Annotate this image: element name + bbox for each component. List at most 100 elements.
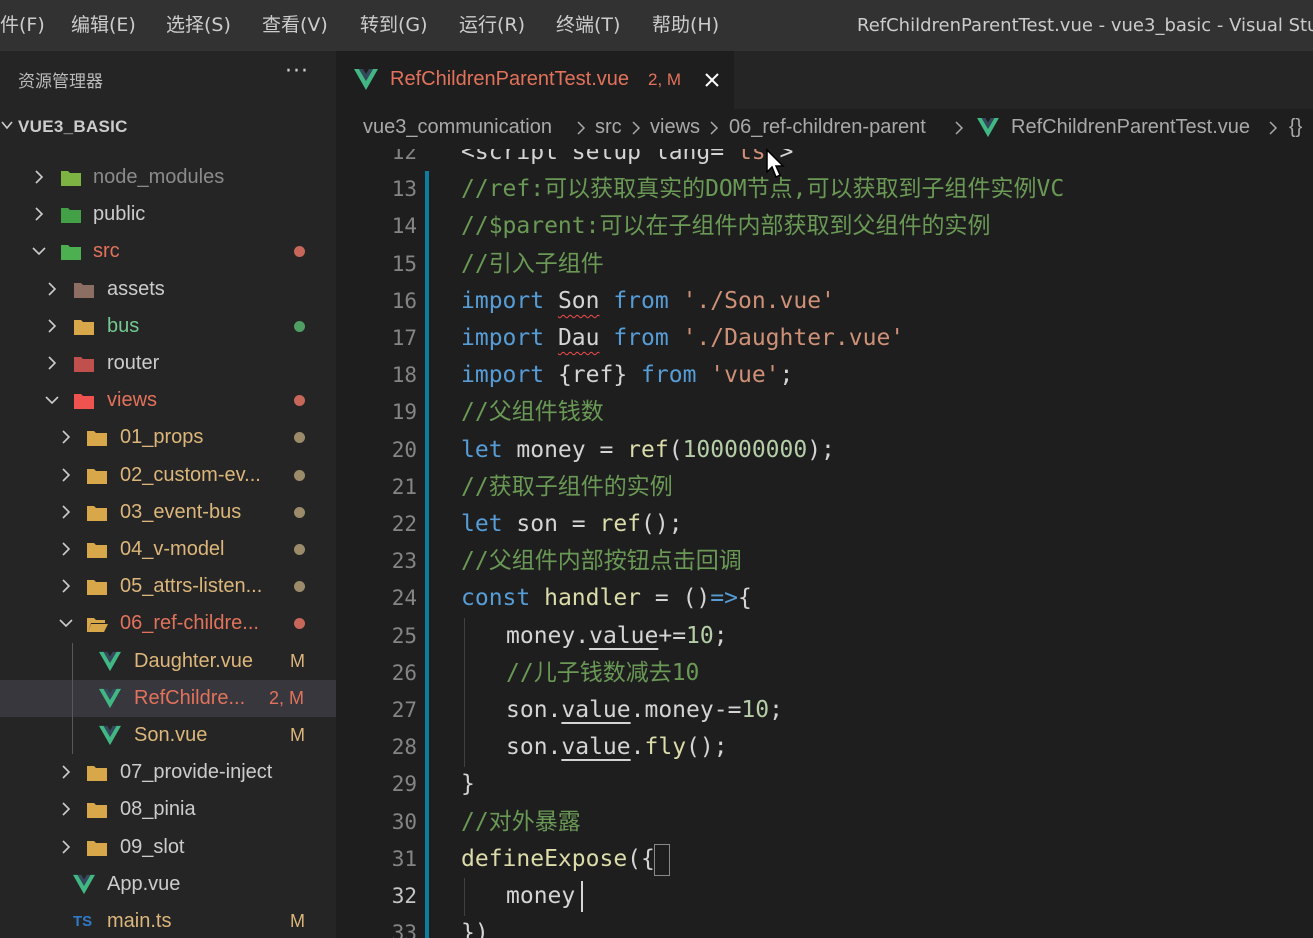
menu-terminal[interactable]: 终端(T) [556,0,620,51]
close-icon[interactable] [704,72,720,88]
menu-edit[interactable]: 编辑(E) [71,0,136,51]
code-token: {ref} [557,362,642,389]
menu-selection[interactable]: 选择(S) [166,0,231,51]
line-number: 19 [391,400,417,425]
git-status-dot [294,618,305,630]
code-text: import Dau from './Daughter.vue' [461,320,904,357]
breadcrumb-symbol[interactable]: {} [1289,116,1302,139]
code-line[interactable]: 20 let money = ref(100000000); [336,432,1313,469]
tree-item[interactable]: 09_slot [0,829,336,866]
code-line[interactable]: 29} [336,766,1313,803]
workspace-root[interactable]: VUE3_BASIC [0,111,336,145]
code-token: ( [668,436,683,463]
code-line[interactable]: 25 money.value+=10; [336,617,1313,656]
breadcrumb-item[interactable]: 06_ref-children-parent [729,116,926,139]
tree-item-label: node_modules [93,166,225,188]
breadcrumb-item[interactable]: views [650,116,700,139]
code-line[interactable]: 18 import {ref} from 'vue'; [336,357,1313,394]
code-line[interactable]: 27 son.value.money-=10; [336,692,1313,730]
code-line[interactable]: 17 import Dau from './Daughter.vue' [336,320,1313,357]
chevron-right-icon [577,121,586,135]
tree-item[interactable]: assets [0,271,336,308]
code-text: //儿子钱数减去10 [506,655,699,692]
router-folder-icon [74,357,94,372]
code-line[interactable]: 12 <script setup lang="ts"> [336,149,1313,171]
git-status-dot [294,432,305,444]
file-tree: node_modulespublic src assets bus router view… [0,145,336,938]
code-line[interactable]: 28 son.value.fly(); [336,729,1313,768]
menu-go[interactable]: 转到(G) [360,0,428,51]
tree-item-label: 06_ref-childre... [120,612,259,635]
tree-item[interactable]: 06_ref-childre... [0,605,336,642]
code-line[interactable]: 22 let son = ref(); [336,506,1313,543]
tree-item[interactable]: 01_props [0,419,336,456]
git-status-badge: M [290,725,305,745]
code-token: //ref:可以获取真实的DOM节点,可以获取到子组件实例VC [461,176,1065,203]
breadcrumb: vue3_communication src views 06_ref-chil… [336,109,1313,149]
tree-item[interactable]: 04_v-model [0,531,336,568]
code-line[interactable]: 23 //父组件内部按钮点击回调 [336,543,1313,580]
menu-run[interactable]: 运行(R) [459,0,525,51]
menu-view[interactable]: 查看(V) [262,0,328,51]
ellipsis-icon[interactable]: ··· [285,59,309,84]
tree-item[interactable]: App.vue [0,866,336,903]
breadcrumb-item[interactable]: vue3_communication [363,116,552,139]
src-folder-icon [61,245,81,261]
code-token: (); [641,511,683,537]
tree-item-label: Daughter.vue [134,649,253,672]
code-token: defineExpose [461,845,628,872]
line-number: 12 [391,149,417,164]
tree-item[interactable]: 03_event-bus [0,494,336,531]
code-token: ts [737,149,766,165]
vue-file-icon [354,69,378,90]
chevron-down-icon [45,396,59,405]
code-token: += [658,622,687,649]
tree-item[interactable]: bus [0,308,336,345]
tree-item[interactable]: 02_custom-ev... [0,457,336,494]
code-line[interactable]: 31 defineExpose({ [336,841,1313,878]
tab-refchildrenparenttest[interactable]: RefChildrenParentTest.vue 2, M [336,51,734,109]
code-line[interactable]: 32 money [336,878,1313,916]
tree-item[interactable]: node_modules [0,159,336,196]
tree-item[interactable]: Daughter.vue M [0,643,336,680]
tree-item[interactable]: src [0,233,336,270]
code-text: //父组件钱数 [461,394,604,431]
tree-item[interactable]: TS main.ts M [0,903,336,938]
breadcrumb-item[interactable]: src [595,116,622,139]
tree-item[interactable]: views [0,382,336,419]
code-line[interactable]: 19 //父组件钱数 [336,394,1313,431]
code-line[interactable]: 21 //获取子组件的实例 [336,469,1313,506]
code-line[interactable]: 33}) [336,915,1313,938]
code-token: //对外暴露 [461,808,581,835]
tree-item[interactable]: Son.vue M [0,717,336,754]
bracket-match-highlight [654,843,670,876]
explorer-sidebar: 资源管理器 ··· VUE3_BASIC node_modules public s… [0,51,336,938]
code-line[interactable]: 26 //儿子钱数减去10 [336,654,1313,693]
tree-item[interactable]: 05_attrs-listen... [0,568,336,605]
tree-item-label: views [107,389,158,412]
code-line[interactable]: 24 const handler = ()=>{ [336,580,1313,617]
tree-item-label: assets [107,277,165,300]
code-editor[interactable]: 12 <script setup lang="ts"> 13 //ref:可以获取真实… [336,149,1313,938]
code-line[interactable]: 14 //$parent:可以在子组件内部获取到父组件的实例 [336,208,1313,245]
tree-item[interactable]: public [0,196,336,233]
code-line[interactable]: 30 //对外暴露 [336,804,1313,841]
code-line[interactable]: 15 //引入子组件 [336,246,1313,283]
code-token: ; [713,622,728,649]
code-line[interactable]: 13 //ref:可以获取真实的DOM节点,可以获取到子组件实例VC [336,171,1313,208]
code-token: from [599,287,683,314]
tree-item[interactable]: RefChildre... 2, M [0,679,336,717]
line-number: 17 [391,326,417,350]
code-text: } [461,766,475,803]
code-token: } [461,771,475,798]
tree-item[interactable]: router [0,345,336,382]
tree-item[interactable]: 07_provide-inject [0,754,336,791]
menu-help[interactable]: 帮助(H) [652,0,719,51]
code-line[interactable]: 16 import Son from './Son.vue' [336,283,1313,320]
git-status-badge: M [290,911,305,931]
tree-item[interactable]: 08_pinia [0,791,336,828]
breadcrumb-item[interactable]: RefChildrenParentTest.vue [1011,116,1250,139]
code-token: 'vue' [710,362,780,389]
menu-file[interactable]: 件(F) [0,0,45,51]
indent-guide [464,654,465,693]
